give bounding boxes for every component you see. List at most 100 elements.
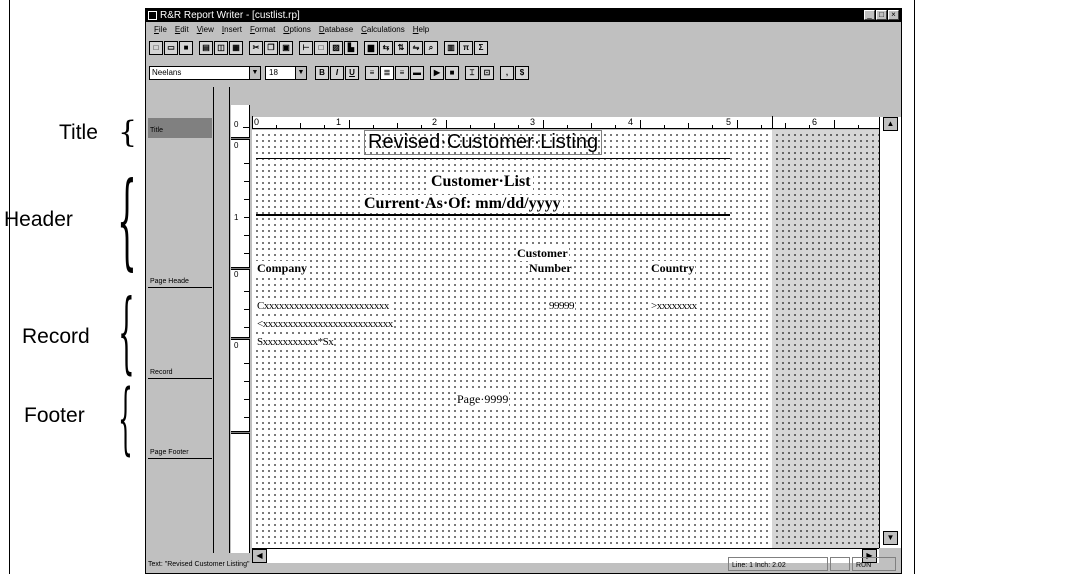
column-header-company[interactable]: Company (256, 261, 309, 276)
expression-icon[interactable]: ▥ (444, 41, 458, 55)
menu-format[interactable]: Format (246, 23, 279, 36)
filter-icon[interactable]: ⌕ (424, 41, 438, 55)
record-line3-field[interactable]: Sxxxxxxxxxxx*Sx (256, 336, 335, 348)
box-icon[interactable]: □ (314, 41, 328, 55)
section-label-page-header[interactable]: Page Heade (148, 277, 212, 288)
record-line2-field[interactable]: <xxxxxxxxxxxxxxxxxxxxxxxxxx (256, 318, 394, 330)
scroll-up-icon[interactable]: ▲ (883, 117, 898, 131)
bring-front-icon[interactable]: ▶ (430, 66, 444, 80)
chevron-down-icon[interactable]: ▼ (295, 67, 306, 79)
vruler-number: 1 (234, 213, 239, 222)
hruler-number: 5 (726, 117, 732, 127)
font-select[interactable]: Neelans ▼ (149, 66, 261, 80)
preview-icon[interactable]: ◫ (214, 41, 228, 55)
header-current-as-of[interactable]: Current·As·Of: mm/dd/yyyy (362, 195, 563, 213)
band-separator[interactable] (231, 337, 250, 340)
title-bar[interactable]: R&R Report Writer - [custlist.rp] _ □ × (146, 9, 901, 22)
brace-header: { (117, 159, 137, 281)
format-toolbar: Neelans ▼ 18 ▼ B I U ≡ ≣ ≡ ▬ ▶ ■ ⌶ ⊡ , $ (149, 62, 899, 84)
status-text: Text: "Revised Customer Listing" (148, 561, 250, 568)
field-icon[interactable]: ▆ (364, 41, 378, 55)
chart-icon[interactable]: ▙ (344, 41, 358, 55)
status-mode: RUN (852, 557, 896, 571)
brace-record: { (118, 280, 135, 383)
report-title-field[interactable]: Revised·Customer·Listing (364, 130, 603, 155)
send-back-icon[interactable]: ■ (445, 66, 459, 80)
record-company-field[interactable]: Cxxxxxxxxxxxxxxxxxxxxxxxxx (256, 300, 390, 312)
annotation-title: Title (59, 121, 98, 144)
section-label-record[interactable]: Record (148, 368, 212, 379)
footer-page-number[interactable]: Page·9999 (456, 392, 510, 407)
currency-icon[interactable]: $ (515, 66, 529, 80)
bold-button[interactable]: B (315, 66, 329, 80)
line-icon[interactable]: ⊢ (299, 41, 313, 55)
hruler-number: 4 (628, 117, 634, 127)
menu-help[interactable]: Help (409, 23, 433, 36)
column-header-customer[interactable]: Customer (516, 246, 569, 261)
sum-icon[interactable]: Σ (474, 41, 488, 55)
column-header-country[interactable]: Country (650, 261, 696, 276)
align-right-icon[interactable]: ≡ (395, 66, 409, 80)
brace-footer: { (118, 374, 133, 464)
vertical-scrollbar[interactable]: ▲ ▼ (879, 117, 901, 548)
font-size-select[interactable]: 18 ▼ (265, 66, 307, 80)
pi-icon[interactable]: π (459, 41, 473, 55)
hruler-number: 1 (336, 117, 342, 127)
justify-icon[interactable]: ▬ (410, 66, 424, 80)
new-icon[interactable]: □ (149, 41, 163, 55)
print-icon[interactable]: ▤ (199, 41, 213, 55)
menu-edit[interactable]: Edit (171, 23, 193, 36)
title-rule (256, 158, 730, 159)
menu-database[interactable]: Database (315, 23, 357, 36)
open-icon[interactable]: ▭ (164, 41, 178, 55)
align-left-icon[interactable]: ≡ (365, 66, 379, 80)
close-button[interactable]: × (888, 10, 899, 20)
wrap-icon[interactable]: ⌶ (465, 66, 479, 80)
print-setup-icon[interactable]: ▦ (229, 41, 243, 55)
comma-icon[interactable]: , (500, 66, 514, 80)
picture-icon[interactable]: ▨ (329, 41, 343, 55)
copy-icon[interactable]: ❐ (264, 41, 278, 55)
report-canvas[interactable]: Revised·Customer·Listing Customer·List C… (252, 130, 772, 548)
hruler-number: 2 (432, 117, 438, 127)
annotation-footer: Footer (24, 404, 85, 427)
hruler-number: 3 (530, 117, 536, 127)
format-number-icon[interactable]: ⊡ (480, 66, 494, 80)
status-bar: Text: "Revised Customer Listing" Line: 1… (146, 556, 901, 573)
maximize-button[interactable]: □ (876, 10, 887, 20)
vruler-number: 0 (234, 141, 239, 150)
menu-calculations[interactable]: Calculations (357, 23, 409, 36)
italic-button[interactable]: I (330, 66, 344, 80)
save-icon[interactable]: ■ (179, 41, 193, 55)
vruler-number: 0 (234, 120, 239, 129)
record-number-field[interactable]: 99999 (548, 300, 575, 312)
figure-frame-left (9, 0, 10, 574)
group-icon[interactable]: ⇋ (409, 41, 423, 55)
align-center-icon[interactable]: ≣ (380, 66, 394, 80)
chevron-down-icon[interactable]: ▼ (249, 67, 260, 79)
band-separator[interactable] (231, 137, 250, 140)
minimize-button[interactable]: _ (864, 10, 875, 20)
header-rule (256, 214, 730, 216)
font-value: Neelans (152, 68, 182, 77)
header-customer-list[interactable]: Customer·List (429, 173, 533, 191)
scroll-down-icon[interactable]: ▼ (883, 531, 898, 545)
insert-field-icon[interactable]: ⇆ (379, 41, 393, 55)
column-header-number[interactable]: Number (528, 261, 573, 276)
menu-options[interactable]: Options (279, 23, 315, 36)
paste-icon[interactable]: ▣ (279, 41, 293, 55)
section-label-title[interactable]: Title (148, 126, 212, 136)
hruler-number: 6 (812, 117, 818, 127)
band-separator[interactable] (231, 431, 250, 434)
vruler-number: 0 (234, 341, 239, 350)
sort-icon[interactable]: ⇅ (394, 41, 408, 55)
menu-insert[interactable]: Insert (218, 23, 246, 36)
menu-file[interactable]: File (150, 23, 171, 36)
menu-view[interactable]: View (193, 23, 218, 36)
vruler-number: 0 (234, 270, 239, 279)
record-country-field[interactable]: >xxxxxxxx (650, 300, 698, 312)
underline-button[interactable]: U (345, 66, 359, 80)
cut-icon[interactable]: ✂ (249, 41, 263, 55)
section-label-page-footer[interactable]: Page Footer (148, 448, 212, 459)
app-icon[interactable] (148, 11, 157, 20)
